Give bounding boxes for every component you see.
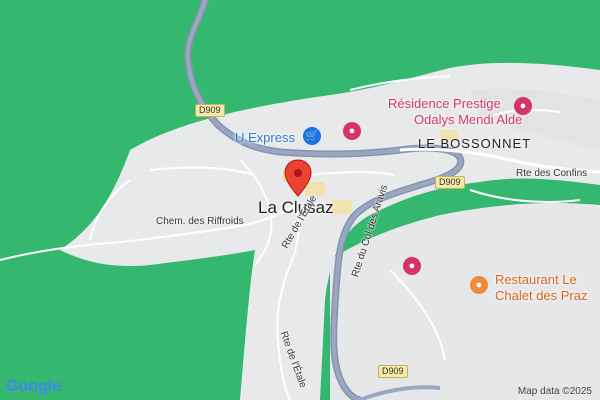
d909-shield-south: D909 — [378, 365, 408, 378]
poi-residence-label[interactable]: Résidence Prestige Odalys Mendi Alde — [388, 96, 522, 128]
hotel-icon-residence[interactable]: ● — [514, 97, 532, 115]
map-canvas[interactable]: La Clusaz LE BOSSONNET Rte des Confins C… — [0, 0, 600, 400]
google-logo-text: Google — [6, 378, 62, 395]
poi-restaurant-line2: Chalet des Praz — [495, 288, 588, 303]
poi-restaurant-label[interactable]: Restaurant Le Chalet des Praz — [495, 272, 588, 304]
poi-uexpress-label[interactable]: U Express — [235, 130, 295, 145]
poi-residence-line1: Résidence Prestige — [388, 96, 501, 111]
hotel-icon-north[interactable]: ● — [343, 122, 361, 140]
d909-shield-east: D909 — [435, 176, 465, 189]
restaurant-icon[interactable]: ● — [470, 276, 488, 294]
area-label-bossonnet[interactable]: LE BOSSONNET — [418, 136, 531, 151]
d909-shield-north: D909 — [195, 104, 225, 117]
google-logo[interactable]: Google — [6, 378, 61, 396]
poi-residence-line2: Odalys Mendi Alde — [414, 112, 523, 127]
shopping-cart-icon[interactable]: 🛒 — [303, 127, 321, 145]
poi-restaurant-line1: Restaurant Le — [495, 272, 577, 287]
map-attribution[interactable]: Map data ©2025 — [518, 386, 592, 397]
hotel-icon-south[interactable]: ● — [403, 257, 421, 275]
road-label-riffroids[interactable]: Chem. des Riffroids — [156, 216, 244, 227]
road-label-confins[interactable]: Rte des Confins — [516, 168, 587, 179]
